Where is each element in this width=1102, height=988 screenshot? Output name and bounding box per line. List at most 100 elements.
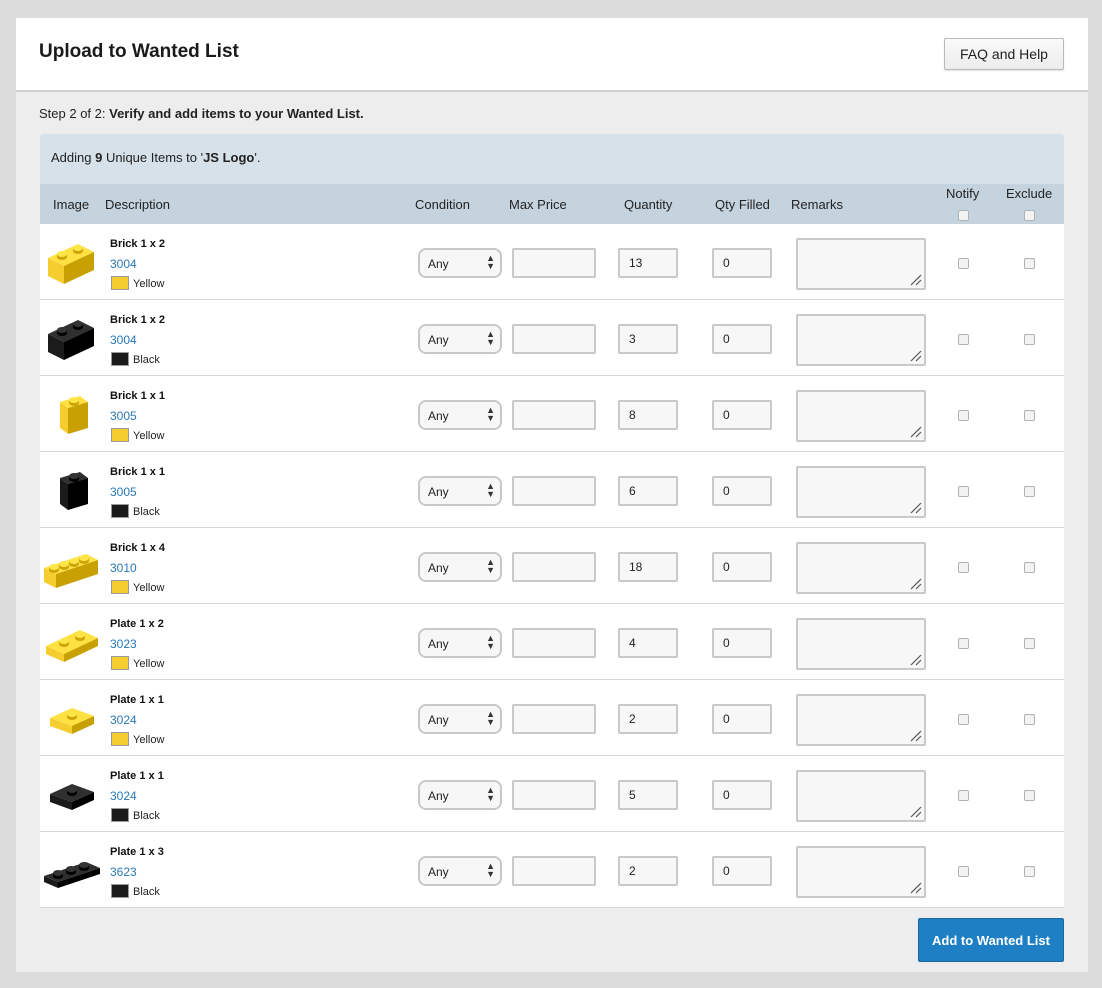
part-number-link[interactable]: 3004 bbox=[110, 257, 137, 271]
notify-checkbox[interactable] bbox=[958, 638, 969, 649]
condition-select[interactable]: Any ▲ ▼ bbox=[418, 856, 502, 886]
qty-filled-input[interactable]: 0 bbox=[712, 856, 772, 886]
table-row: Plate 1 x 1 3024 Black Any ▲ ▼ 5 0 bbox=[40, 756, 1064, 832]
condition-value: Any bbox=[428, 485, 449, 499]
resize-grip-icon[interactable] bbox=[908, 424, 922, 438]
quantity-input[interactable]: 4 bbox=[618, 628, 678, 658]
notify-checkbox[interactable] bbox=[958, 410, 969, 421]
part-number-link[interactable]: 3004 bbox=[110, 333, 137, 347]
qty-filled-input[interactable]: 0 bbox=[712, 628, 772, 658]
exclude-checkbox[interactable] bbox=[1024, 866, 1035, 877]
condition-select[interactable]: Any ▲ ▼ bbox=[418, 628, 502, 658]
max-price-input[interactable] bbox=[512, 704, 596, 734]
color-swatch bbox=[111, 656, 129, 670]
part-name: Brick 1 x 4 bbox=[110, 542, 166, 554]
notify-checkbox[interactable] bbox=[958, 866, 969, 877]
col-quantity: Quantity bbox=[624, 197, 673, 212]
max-price-input[interactable] bbox=[512, 856, 596, 886]
max-price-input[interactable] bbox=[512, 400, 596, 430]
condition-select[interactable]: Any ▲ ▼ bbox=[418, 476, 502, 506]
notify-checkbox[interactable] bbox=[958, 714, 969, 725]
max-price-input[interactable] bbox=[512, 628, 596, 658]
resize-grip-icon[interactable] bbox=[908, 880, 922, 894]
qty-filled-input[interactable]: 0 bbox=[712, 324, 772, 354]
exclude-checkbox[interactable] bbox=[1024, 638, 1035, 649]
max-price-input[interactable] bbox=[512, 248, 596, 278]
color-swatch bbox=[111, 732, 129, 746]
qty-filled-input[interactable]: 0 bbox=[712, 248, 772, 278]
quantity-input[interactable]: 5 bbox=[618, 780, 678, 810]
notify-checkbox[interactable] bbox=[958, 258, 969, 269]
max-price-input[interactable] bbox=[512, 476, 596, 506]
quantity-input[interactable]: 2 bbox=[618, 856, 678, 886]
exclude-checkbox[interactable] bbox=[1024, 258, 1035, 269]
max-price-input[interactable] bbox=[512, 552, 596, 582]
resize-grip-icon[interactable] bbox=[908, 652, 922, 666]
resize-grip-icon[interactable] bbox=[908, 728, 922, 742]
exclude-checkbox[interactable] bbox=[1024, 562, 1035, 573]
quantity-input[interactable]: 2 bbox=[618, 704, 678, 734]
quantity-input[interactable]: 18 bbox=[618, 552, 678, 582]
notify-checkbox[interactable] bbox=[958, 790, 969, 801]
quantity-input[interactable]: 3 bbox=[618, 324, 678, 354]
select-arrows-icon: ▲ ▼ bbox=[486, 557, 495, 575]
qty-filled-input[interactable]: 0 bbox=[712, 704, 772, 734]
exclude-checkbox[interactable] bbox=[1024, 714, 1035, 725]
part-name: Brick 1 x 1 bbox=[110, 466, 166, 478]
part-number-link[interactable]: 3005 bbox=[110, 485, 137, 499]
condition-select[interactable]: Any ▲ ▼ bbox=[418, 704, 502, 734]
exclude-all-checkbox[interactable] bbox=[1024, 210, 1035, 221]
exclude-checkbox[interactable] bbox=[1024, 486, 1035, 497]
qty-filled-input[interactable]: 0 bbox=[712, 552, 772, 582]
remarks-textarea[interactable] bbox=[796, 846, 926, 898]
notify-checkbox[interactable] bbox=[958, 334, 969, 345]
max-price-input[interactable] bbox=[512, 780, 596, 810]
condition-select[interactable]: Any ▲ ▼ bbox=[418, 780, 502, 810]
condition-value: Any bbox=[428, 865, 449, 879]
exclude-checkbox[interactable] bbox=[1024, 334, 1035, 345]
condition-select[interactable]: Any ▲ ▼ bbox=[418, 400, 502, 430]
quantity-input[interactable]: 6 bbox=[618, 476, 678, 506]
part-name: Brick 1 x 1 bbox=[110, 390, 166, 402]
part-number-link[interactable]: 3005 bbox=[110, 409, 137, 423]
exclude-checkbox[interactable] bbox=[1024, 790, 1035, 801]
faq-help-button[interactable]: FAQ and Help bbox=[944, 38, 1064, 70]
remarks-textarea[interactable] bbox=[796, 618, 926, 670]
remarks-textarea[interactable] bbox=[796, 314, 926, 366]
quantity-input[interactable]: 13 bbox=[618, 248, 678, 278]
remarks-textarea[interactable] bbox=[796, 770, 926, 822]
part-number-link[interactable]: 3623 bbox=[110, 865, 137, 879]
table-row: Brick 1 x 2 3004 Yellow Any ▲ ▼ 13 0 bbox=[40, 224, 1064, 300]
select-arrows-icon: ▲ ▼ bbox=[486, 329, 495, 347]
condition-select[interactable]: Any ▲ ▼ bbox=[418, 248, 502, 278]
col-description: Description bbox=[105, 197, 171, 212]
part-number-link[interactable]: 3023 bbox=[110, 637, 137, 651]
exclude-checkbox[interactable] bbox=[1024, 410, 1035, 421]
remarks-textarea[interactable] bbox=[796, 390, 926, 442]
remarks-textarea[interactable] bbox=[796, 542, 926, 594]
resize-grip-icon[interactable] bbox=[908, 500, 922, 514]
part-number-link[interactable]: 3010 bbox=[110, 561, 137, 575]
condition-select[interactable]: Any ▲ ▼ bbox=[418, 552, 502, 582]
select-arrows-icon: ▲ ▼ bbox=[486, 861, 495, 879]
max-price-input[interactable] bbox=[512, 324, 596, 354]
notify-checkbox[interactable] bbox=[958, 486, 969, 497]
remarks-textarea[interactable] bbox=[796, 466, 926, 518]
qty-filled-input[interactable]: 0 bbox=[712, 476, 772, 506]
add-to-wanted-list-button[interactable]: Add to Wanted List bbox=[918, 918, 1064, 962]
quantity-input[interactable]: 8 bbox=[618, 400, 678, 430]
qty-filled-input[interactable]: 0 bbox=[712, 780, 772, 810]
notify-all-checkbox[interactable] bbox=[958, 210, 969, 221]
remarks-textarea[interactable] bbox=[796, 238, 926, 290]
qty-filled-input[interactable]: 0 bbox=[712, 400, 772, 430]
resize-grip-icon[interactable] bbox=[908, 272, 922, 286]
condition-select[interactable]: Any ▲ ▼ bbox=[418, 324, 502, 354]
part-number-link[interactable]: 3024 bbox=[110, 789, 137, 803]
resize-grip-icon[interactable] bbox=[908, 804, 922, 818]
notify-checkbox[interactable] bbox=[958, 562, 969, 573]
resize-grip-icon[interactable] bbox=[908, 348, 922, 362]
summary-list-name: JS Logo bbox=[203, 150, 255, 165]
remarks-textarea[interactable] bbox=[796, 694, 926, 746]
part-number-link[interactable]: 3024 bbox=[110, 713, 137, 727]
resize-grip-icon[interactable] bbox=[908, 576, 922, 590]
